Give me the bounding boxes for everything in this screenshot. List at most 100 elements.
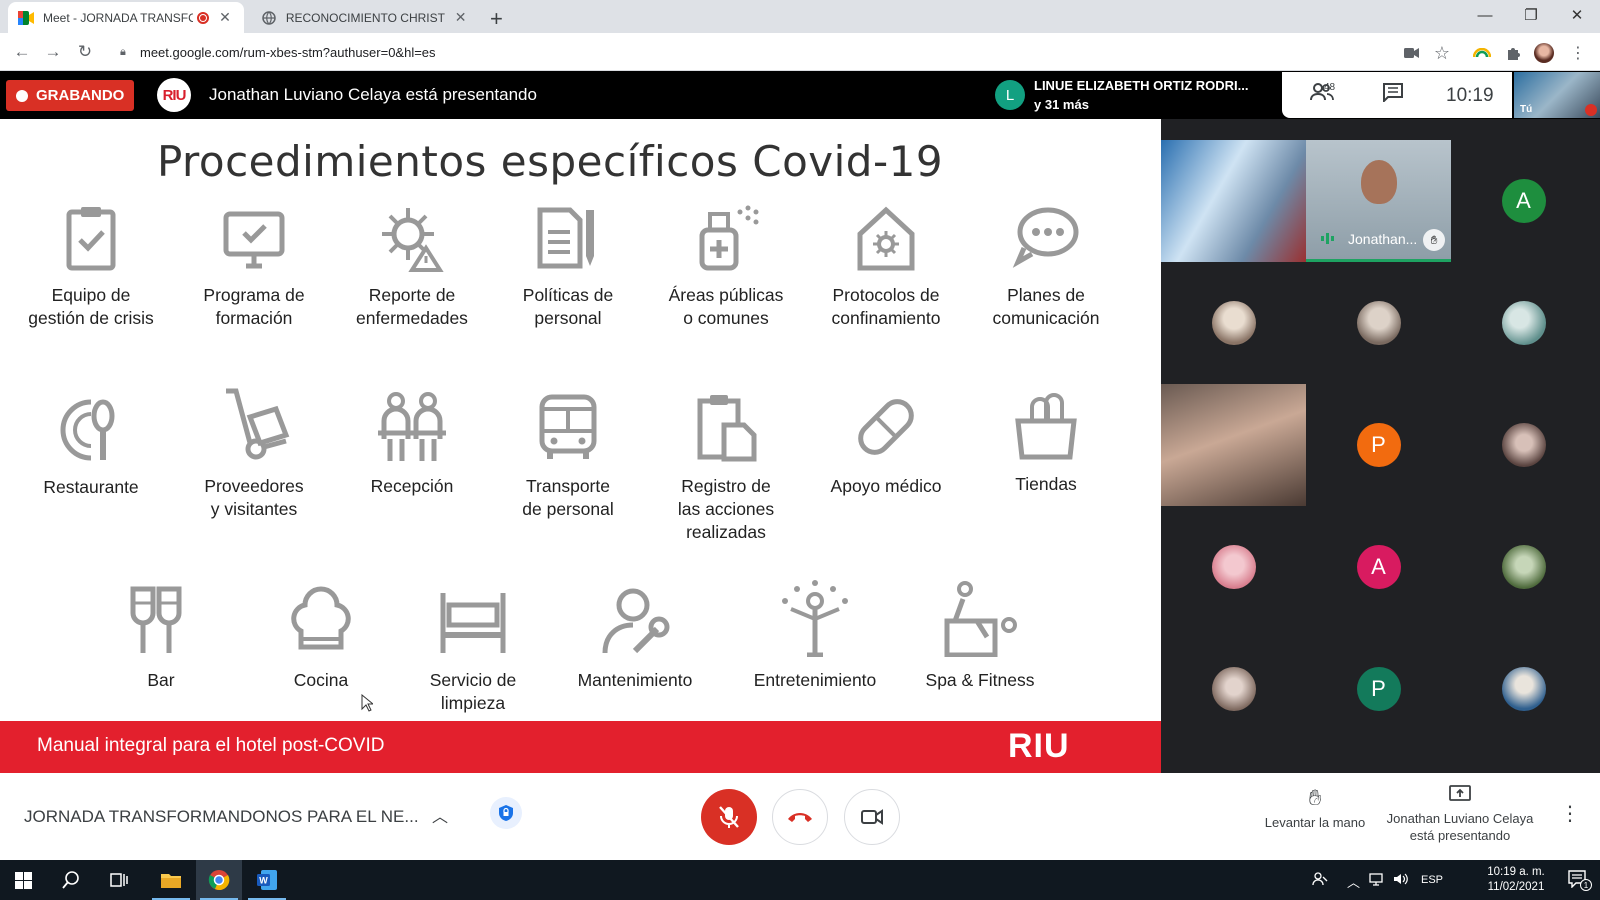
browser-menu-icon[interactable]: ⋮ xyxy=(1567,42,1589,64)
participant-tile[interactable] xyxy=(1451,262,1596,384)
new-tab-button[interactable]: + xyxy=(490,6,503,32)
item-label: Recepción xyxy=(370,476,454,496)
raise-hand-button[interactable]: ✋︎ Levantar la mano xyxy=(1255,785,1375,830)
item-label: Reporte de enfermedades xyxy=(356,285,468,328)
item-label: Mantenimiento xyxy=(577,670,693,690)
participant-photo-avatar xyxy=(1211,301,1256,345)
taskbar-clock[interactable]: 10:19 a. m. 11/02/2021 xyxy=(1478,865,1554,895)
slide-item: Cocina xyxy=(241,585,401,692)
spray-bottle-icon xyxy=(699,205,759,271)
item-label: Equipo de gestión de crisis xyxy=(28,285,154,328)
participant-tile[interactable] xyxy=(1451,506,1596,628)
mic-off-small-icon xyxy=(1585,104,1597,116)
volume-icon[interactable] xyxy=(1393,872,1409,889)
participant-tile[interactable] xyxy=(1451,384,1596,506)
hand-truck-icon xyxy=(226,388,290,460)
address-bar[interactable]: 🔒︎ meet.google.com/rum-xbes-stm?authuser… xyxy=(108,37,1548,67)
participant-tile[interactable] xyxy=(1306,262,1451,384)
minimize-icon[interactable]: — xyxy=(1462,0,1508,30)
camera-button[interactable] xyxy=(844,789,900,845)
notifications-icon[interactable]: 1 xyxy=(1568,870,1592,891)
item-label: Proveedores y visitantes xyxy=(204,476,304,519)
word-taskbar-icon[interactable]: W xyxy=(244,860,290,900)
browser-tab-strip: Meet - JORNADA TRANSFOR ✕ RECONOCIMIENTO… xyxy=(0,0,1600,33)
tray-chevron-up-icon[interactable]: ︿ xyxy=(1347,872,1360,891)
participant-photo-avatar xyxy=(1501,423,1546,467)
meet-info-panel: 48 10:19 xyxy=(1282,72,1512,118)
participant-photo-avatar xyxy=(1356,301,1401,345)
presenting-status-button[interactable]: Jonathan Luviano Celaya está presentando xyxy=(1380,785,1540,844)
more-options-icon[interactable]: ⋮ xyxy=(1560,801,1580,826)
slide-item: Servicio de limpieza xyxy=(393,585,553,715)
chrome-taskbar-icon[interactable] xyxy=(196,860,242,900)
slide-item: Transporte de personal xyxy=(488,391,648,521)
maximize-icon[interactable]: ❐ xyxy=(1508,0,1554,30)
host-controls-shield-icon[interactable] xyxy=(490,797,522,829)
network-icon[interactable] xyxy=(1369,872,1385,889)
back-icon[interactable]: ← xyxy=(9,40,35,64)
slide-item: Planes de comunicación xyxy=(966,204,1126,330)
mic-off-button[interactable] xyxy=(701,789,757,845)
slide-item: Áreas públicas o comunes xyxy=(646,204,806,330)
extension-rainbow-icon[interactable] xyxy=(1471,42,1493,64)
tab-reconocimiento[interactable]: RECONOCIMIENTO CHRISTOPHE ✕ xyxy=(252,2,478,33)
camera-in-use-icon[interactable] xyxy=(1401,42,1423,64)
recording-dot-icon xyxy=(16,89,28,102)
participant-tile-presenter[interactable]: Jonathan... ✋︎ xyxy=(1306,140,1451,262)
extensions-puzzle-icon[interactable] xyxy=(1502,42,1524,64)
close-window-icon[interactable]: ✕ xyxy=(1554,0,1600,30)
windows-start-icon[interactable] xyxy=(0,860,46,900)
participant-tile[interactable]: P xyxy=(1306,384,1451,506)
leave-call-button[interactable] xyxy=(772,789,828,845)
item-label: Áreas públicas o comunes xyxy=(668,285,784,328)
item-label: Servicio de limpieza xyxy=(429,670,517,713)
participant-tile[interactable]: A xyxy=(1451,140,1596,262)
participant-tile[interactable]: A xyxy=(1306,506,1451,628)
participant-tile[interactable] xyxy=(1161,262,1306,384)
forward-icon[interactable]: → xyxy=(40,40,66,64)
tab-meet[interactable]: Meet - JORNADA TRANSFOR ✕ xyxy=(8,2,244,33)
close-tab-icon[interactable]: ✕ xyxy=(453,9,468,26)
active-speaker-chip[interactable]: L LINUE ELIZABETH ORTIZ RODRI... y 31 má… xyxy=(987,72,1275,120)
participant-tile-video[interactable] xyxy=(1161,384,1306,506)
presenting-line-1: Jonathan Luviano Celaya xyxy=(1386,811,1534,826)
item-label: Bar xyxy=(147,670,175,690)
file-explorer-icon[interactable] xyxy=(148,860,194,900)
chat-icon[interactable] xyxy=(1382,82,1404,108)
participant-tile[interactable]: P xyxy=(1306,628,1451,750)
presenting-banner: Jonathan Luviano Celaya está presentando xyxy=(209,85,537,104)
participant-tile[interactable] xyxy=(1161,628,1306,750)
item-label: Spa & Fitness xyxy=(925,670,1035,690)
self-video-thumbnail[interactable]: Tú xyxy=(1514,72,1600,118)
notification-count: 1 xyxy=(1580,879,1592,891)
slide-title: Procedimientos específicos Covid-19 xyxy=(156,137,944,186)
slide-item: Restaurante xyxy=(11,394,171,499)
participant-tile-video[interactable] xyxy=(1161,140,1306,262)
meeting-clock: 10:19 xyxy=(1446,85,1494,106)
slide-item: Recepción xyxy=(332,389,492,498)
people-tray-icon[interactable] xyxy=(1312,871,1328,890)
search-icon[interactable] xyxy=(48,860,94,900)
raised-hand-icon: ✋︎ xyxy=(1423,229,1445,251)
item-label: Transporte de personal xyxy=(522,476,614,519)
profile-avatar[interactable] xyxy=(1533,42,1555,64)
tab-title: Meet - JORNADA TRANSFOR xyxy=(43,10,193,25)
meeting-details-button[interactable]: JORNADA TRANSFORMANDONOS PARA EL NE... xyxy=(24,807,419,827)
participant-tile[interactable] xyxy=(1161,506,1306,628)
participant-tile[interactable] xyxy=(1451,628,1596,750)
google-meet-icon xyxy=(18,10,34,26)
slide-item: Apoyo médico xyxy=(806,391,966,498)
participant-photo-avatar xyxy=(1211,667,1256,711)
chevron-up-icon[interactable]: ︿ xyxy=(432,803,448,827)
presenting-line-2: está presentando xyxy=(1409,828,1511,843)
task-view-icon[interactable] xyxy=(96,860,142,900)
language-indicator[interactable]: ESP xyxy=(1421,874,1443,886)
speaking-indicator-icon xyxy=(1320,231,1336,245)
item-label: Cocina xyxy=(293,670,349,690)
reload-icon[interactable]: ↻ xyxy=(72,40,98,64)
hand-icon: ✋︎ xyxy=(1308,785,1322,810)
bookmark-star-icon[interactable]: ☆ xyxy=(1431,42,1453,64)
camera-icon xyxy=(861,809,883,825)
close-tab-icon[interactable]: ✕ xyxy=(217,9,233,26)
hang-up-icon xyxy=(788,813,812,822)
